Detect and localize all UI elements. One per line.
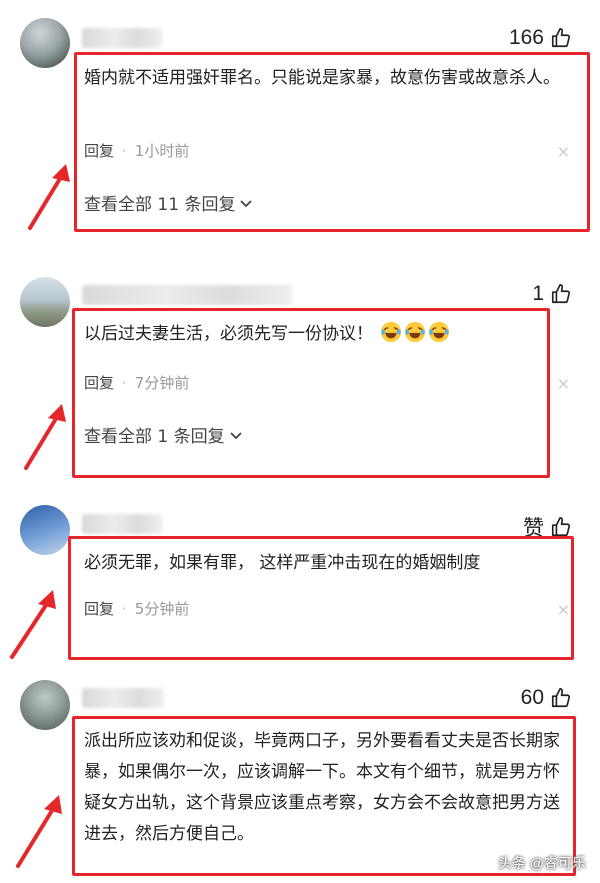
thumbs-up-icon	[551, 688, 571, 708]
username-blurred[interactable]	[82, 688, 164, 708]
comment-text: 派出所应该劝和促谈，毕竟两口子，另外要看看丈夫是否长期家暴，如果偶尔一次，应该调…	[84, 731, 560, 844]
like-button[interactable]: 60	[521, 686, 572, 710]
watermark: 头条 @睿可乐	[497, 855, 586, 871]
avatar[interactable]	[20, 680, 70, 730]
red-arrow	[16, 795, 62, 868]
like-count: 60	[520, 686, 544, 709]
comment-item-4: 60 派出所应该劝和促谈，毕竟两口子，另外要看看丈夫是否长期家暴，如果偶尔一次，…	[0, 0, 600, 883]
